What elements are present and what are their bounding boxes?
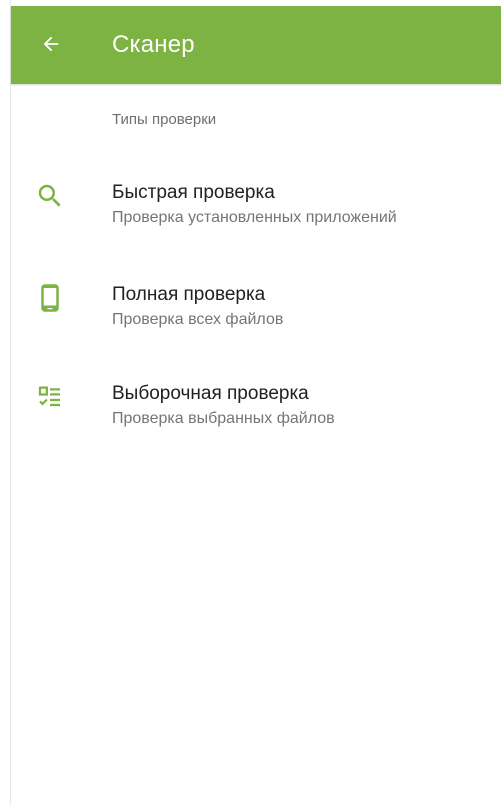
item-subtitle: Проверка всех файлов [112,311,284,328]
item-title: Полная проверка [112,284,266,305]
scanner-screen: Сканер Типы проверки Быстрая проверка Пр… [10,0,501,805]
app-bar: Сканер [11,6,501,84]
page-title: Сканер [112,31,195,58]
list-item-quick-scan[interactable]: Быстрая проверка Проверка установленных … [11,181,501,267]
list-item-custom-scan[interactable]: Выборочная проверка Проверка выбранных ф… [11,382,501,468]
smartphone-icon [35,283,65,313]
item-title: Быстрая проверка [112,182,275,203]
section-header: Типы проверки [112,111,217,128]
item-subtitle: Проверка выбранных файлов [112,410,335,427]
item-title: Выборочная проверка [112,383,309,404]
back-button[interactable] [31,24,71,64]
list-item-full-scan[interactable]: Полная проверка Проверка всех файлов [11,283,501,369]
checklist-icon [35,382,65,412]
search-icon [35,181,65,211]
arrow-back-icon [43,36,59,52]
item-subtitle: Проверка установленных приложений [112,209,397,226]
